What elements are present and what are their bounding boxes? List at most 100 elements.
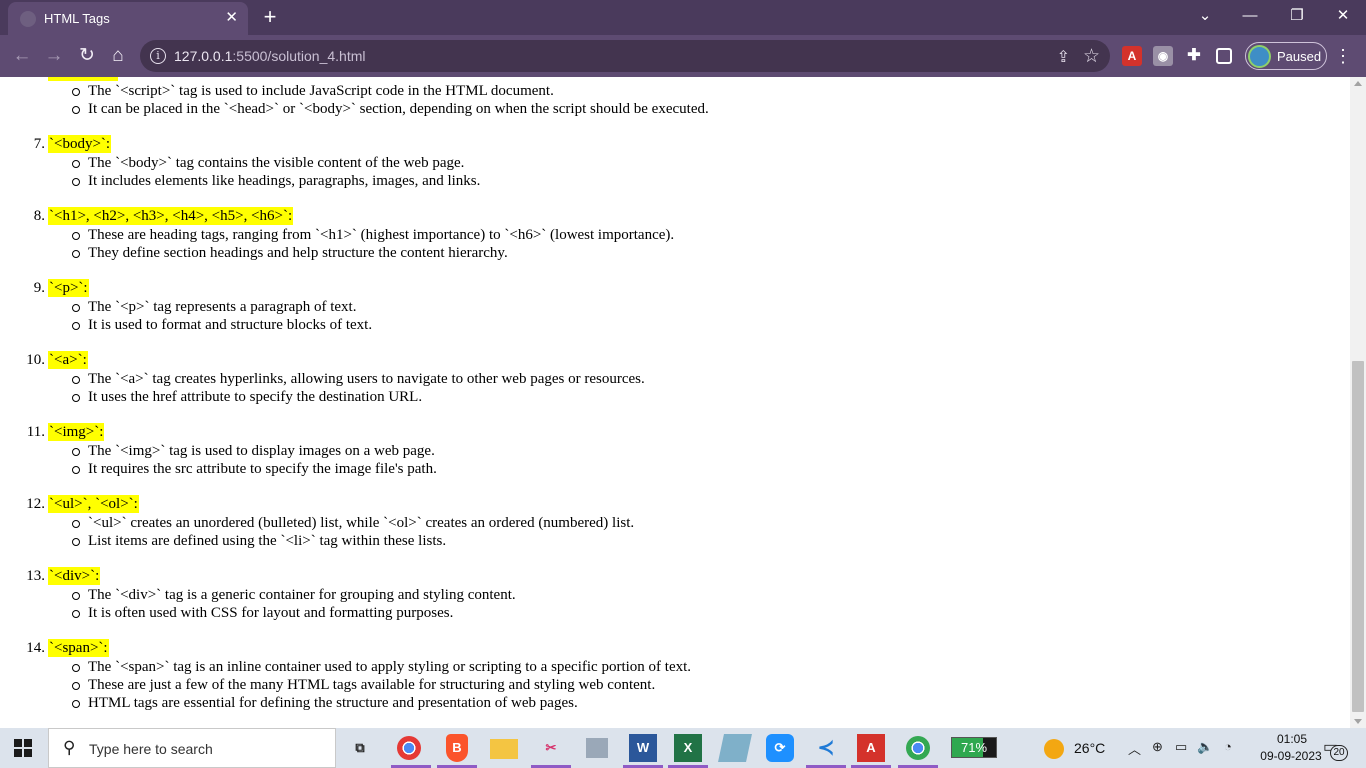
list-bullet: It is used to format and structure block… bbox=[71, 317, 373, 333]
item-number: 9. bbox=[33, 280, 45, 296]
browser-toolbar: ← → ↻ ⌂ i 127.0.0.1:5500/solution_4.html… bbox=[0, 35, 1366, 77]
item-heading: `<h1>, <h2>, <h3>, <h4>, <h5>, <h6>`: bbox=[48, 207, 294, 225]
battery-icon[interactable]: ▭ bbox=[1175, 739, 1187, 755]
item-number: 13. bbox=[26, 568, 45, 584]
item-number: 11. bbox=[26, 424, 45, 440]
globe-icon bbox=[20, 11, 36, 27]
back-arrow-icon[interactable]: ← bbox=[10, 44, 34, 68]
list-bullet: The `<body>` tag contains the visible co… bbox=[71, 155, 465, 171]
avatar bbox=[1248, 45, 1271, 68]
list-bullet: These are just a few of the many HTML ta… bbox=[71, 677, 656, 693]
battery-meter[interactable]: 71% bbox=[951, 737, 997, 758]
item-number: 8. bbox=[33, 208, 45, 224]
item-heading: `<div>`: bbox=[48, 567, 101, 585]
excel-icon[interactable]: X bbox=[674, 734, 702, 762]
chevron-up-icon[interactable]: ︿ bbox=[1128, 739, 1141, 758]
item-heading: `<p>`: bbox=[48, 279, 89, 297]
item-heading: `<ul>`, `<ol>`: bbox=[48, 495, 139, 513]
word-icon[interactable]: W bbox=[629, 734, 657, 762]
acrobat-icon[interactable]: A bbox=[857, 734, 885, 762]
forward-arrow-icon[interactable]: → bbox=[42, 44, 66, 68]
item-heading: `<img>`: bbox=[48, 423, 105, 441]
list-bullet: List items are defined using the `<li>` … bbox=[71, 533, 447, 549]
camera-extension-icon[interactable]: ◉ bbox=[1153, 46, 1173, 66]
windows-taskbar: ⚲ Type here to search ⧉ B ✂ W X ⟳ ≺ A 71… bbox=[0, 728, 1366, 768]
snipping-tool-icon[interactable]: ✂ bbox=[537, 734, 565, 762]
item-number: 10. bbox=[26, 352, 45, 368]
new-tab-button[interactable]: + bbox=[258, 5, 282, 29]
url-text[interactable]: 127.0.0.1:5500/solution_4.html bbox=[174, 48, 365, 64]
list-bullet: It requires the src attribute to specify… bbox=[72, 461, 437, 477]
browser-tab[interactable]: HTML Tags ✕ bbox=[8, 2, 248, 35]
puzzle-extensions-icon[interactable]: ✚ bbox=[1184, 46, 1204, 66]
scroll-up-arrow-icon[interactable] bbox=[1354, 81, 1362, 86]
minimize-button[interactable]: — bbox=[1238, 6, 1262, 26]
tab-title: HTML Tags bbox=[44, 11, 110, 26]
site-info-icon[interactable]: i bbox=[150, 48, 166, 64]
reload-icon[interactable]: ↻ bbox=[75, 44, 99, 68]
photos-icon[interactable] bbox=[583, 734, 611, 762]
search-placeholder: Type here to search bbox=[89, 741, 213, 757]
notes-app-icon[interactable] bbox=[718, 734, 752, 762]
list-bullet: The `<img>` tag is used to display image… bbox=[72, 443, 435, 459]
list-bullet: It can be placed in the `<head>` or `<bo… bbox=[72, 101, 709, 117]
list-bullet: The `<p>` tag represents a paragraph of … bbox=[71, 299, 357, 315]
address-bar[interactable]: i 127.0.0.1:5500/solution_4.html ⇪ ☆ bbox=[140, 40, 1110, 72]
list-bullet: It is often used with CSS for layout and… bbox=[71, 605, 454, 621]
home-icon[interactable]: ⌂ bbox=[106, 44, 130, 68]
list-bullet: The `<script>` tag is used to include Ja… bbox=[72, 83, 554, 99]
vertical-scrollbar[interactable] bbox=[1350, 77, 1366, 728]
profile-status: Paused bbox=[1277, 49, 1322, 64]
chrome-icon[interactable] bbox=[395, 734, 423, 762]
restore-button[interactable]: ❐ bbox=[1285, 6, 1309, 26]
list-bullet: The `<div>` tag is a generic container f… bbox=[72, 587, 516, 603]
bookmark-star-icon[interactable]: ☆ bbox=[1083, 45, 1100, 68]
item-number: 7. bbox=[33, 136, 45, 152]
kebab-menu-icon[interactable]: ⋮ bbox=[1334, 44, 1352, 68]
item-number: 14. bbox=[26, 640, 45, 656]
list-bullet: `<ul>` creates an unordered (bulleted) l… bbox=[71, 515, 635, 531]
item-heading: `<a>`: bbox=[48, 351, 88, 369]
list-bullet: It uses the href attribute to specify th… bbox=[71, 389, 423, 405]
scrollbar-thumb[interactable] bbox=[1352, 361, 1364, 712]
taskbar-search-box[interactable]: ⚲ Type here to search bbox=[48, 728, 336, 768]
wifi-icon[interactable]: ◔ bbox=[1224, 739, 1232, 754]
item-number: 12. bbox=[26, 496, 45, 512]
brave-icon[interactable]: B bbox=[443, 734, 471, 762]
battery-percent: 71% bbox=[960, 740, 988, 755]
search-icon: ⚲ bbox=[63, 738, 76, 757]
windows-start-icon[interactable] bbox=[14, 739, 32, 757]
task-view-icon[interactable]: ⧉ bbox=[346, 734, 374, 762]
close-window-button[interactable]: ✕ bbox=[1331, 6, 1355, 26]
weather-temperature[interactable]: 26°C bbox=[1074, 740, 1105, 756]
share-icon[interactable]: ⇪ bbox=[1057, 47, 1070, 67]
clock-time[interactable]: 01:05 bbox=[1260, 732, 1324, 746]
pdf-extension-icon[interactable]: A bbox=[1122, 46, 1142, 66]
clock-date[interactable]: 09-09-2023 bbox=[1256, 749, 1326, 763]
tab-search-chevron-icon[interactable]: ⌄ bbox=[1193, 6, 1217, 26]
meet-now-icon[interactable]: ⊕ bbox=[1152, 739, 1163, 755]
side-panel-icon[interactable] bbox=[1216, 48, 1232, 64]
browser-title-bar: HTML Tags ✕ + ⌄ — ❐ ✕ bbox=[0, 0, 1366, 35]
notification-count[interactable]: 20 bbox=[1330, 745, 1348, 761]
list-bullet: It includes elements like headings, para… bbox=[71, 173, 481, 189]
scroll-down-arrow-icon[interactable] bbox=[1354, 719, 1362, 724]
chrome-profile-icon[interactable] bbox=[904, 734, 932, 762]
item-heading: `<span>`: bbox=[48, 639, 109, 657]
tab-close-icon[interactable]: ✕ bbox=[225, 9, 238, 27]
list-bullet: These are heading tags, ranging from `<h… bbox=[71, 227, 675, 243]
vscode-icon[interactable]: ≺ bbox=[812, 734, 840, 762]
sync-app-icon[interactable]: ⟳ bbox=[766, 734, 794, 762]
weather-sun-icon[interactable] bbox=[1044, 739, 1064, 759]
profile-button[interactable]: Paused bbox=[1245, 42, 1327, 70]
partial-heading-highlight bbox=[48, 77, 118, 81]
page-content: The `<script>` tag is used to include Ja… bbox=[0, 77, 1350, 728]
list-bullet: HTML tags are essential for defining the… bbox=[72, 695, 578, 711]
list-bullet: The `<a>` tag creates hyperlinks, allowi… bbox=[72, 371, 645, 387]
list-bullet: They define section headings and help st… bbox=[72, 245, 508, 261]
volume-icon[interactable]: 🔈 bbox=[1197, 739, 1213, 755]
list-bullet: The `<span>` tag is an inline container … bbox=[71, 659, 692, 675]
url-path: :5500/solution_4.html bbox=[232, 48, 366, 64]
file-explorer-icon[interactable] bbox=[490, 734, 518, 762]
item-heading: `<body>`: bbox=[48, 135, 112, 153]
